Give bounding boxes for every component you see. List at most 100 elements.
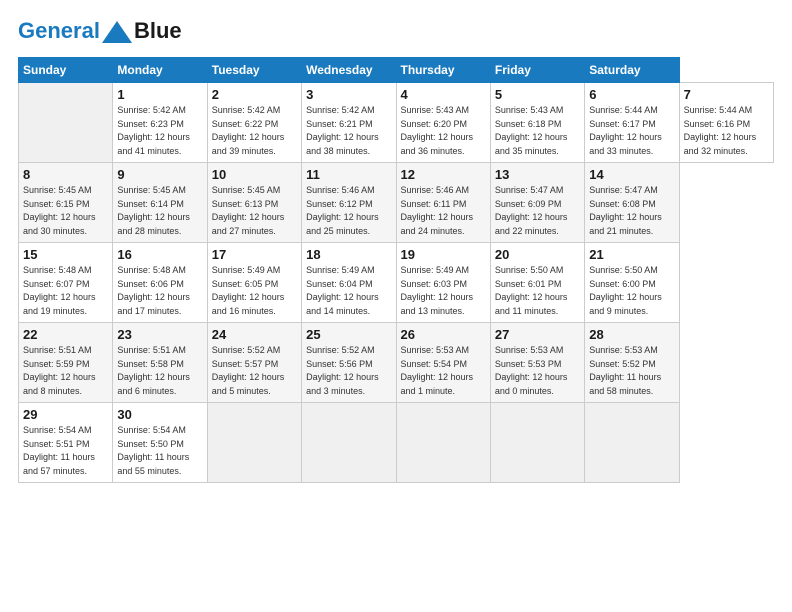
calendar-cell: 1 Sunrise: 5:42 AMSunset: 6:23 PMDayligh… [113,83,207,163]
header-wednesday: Wednesday [302,58,396,83]
calendar-week-5: 29 Sunrise: 5:54 AMSunset: 5:51 PMDaylig… [19,403,774,483]
day-info: Sunrise: 5:50 AMSunset: 6:00 PMDaylight:… [589,264,674,318]
day-number: 29 [23,407,108,422]
day-info: Sunrise: 5:45 AMSunset: 6:15 PMDaylight:… [23,184,108,238]
day-number: 12 [401,167,486,182]
day-number: 19 [401,247,486,262]
logo-blue: Blue [134,18,182,43]
calendar-cell: 21 Sunrise: 5:50 AMSunset: 6:00 PMDaylig… [585,243,679,323]
day-info: Sunrise: 5:44 AMSunset: 6:16 PMDaylight:… [684,104,769,158]
day-info: Sunrise: 5:54 AMSunset: 5:50 PMDaylight:… [117,424,202,478]
calendar-cell: 10 Sunrise: 5:45 AMSunset: 6:13 PMDaylig… [207,163,301,243]
day-number: 30 [117,407,202,422]
day-info: Sunrise: 5:46 AMSunset: 6:11 PMDaylight:… [401,184,486,238]
calendar-cell: 20 Sunrise: 5:50 AMSunset: 6:01 PMDaylig… [490,243,584,323]
day-number: 6 [589,87,674,102]
calendar-cell: 12 Sunrise: 5:46 AMSunset: 6:11 PMDaylig… [396,163,490,243]
header-sunday: Sunday [19,58,113,83]
calendar-cell: 14 Sunrise: 5:47 AMSunset: 6:08 PMDaylig… [585,163,679,243]
calendar-cell: 27 Sunrise: 5:53 AMSunset: 5:53 PMDaylig… [490,323,584,403]
page-header: General Blue [18,18,774,43]
day-info: Sunrise: 5:53 AMSunset: 5:52 PMDaylight:… [589,344,674,398]
day-number: 14 [589,167,674,182]
day-info: Sunrise: 5:45 AMSunset: 6:14 PMDaylight:… [117,184,202,238]
calendar-table: SundayMondayTuesdayWednesdayThursdayFrid… [18,57,774,483]
header-thursday: Thursday [396,58,490,83]
calendar-cell: 11 Sunrise: 5:46 AMSunset: 6:12 PMDaylig… [302,163,396,243]
day-info: Sunrise: 5:52 AMSunset: 5:56 PMDaylight:… [306,344,391,398]
calendar-cell: 29 Sunrise: 5:54 AMSunset: 5:51 PMDaylig… [19,403,113,483]
calendar-cell: 13 Sunrise: 5:47 AMSunset: 6:09 PMDaylig… [490,163,584,243]
calendar-cell: 3 Sunrise: 5:42 AMSunset: 6:21 PMDayligh… [302,83,396,163]
day-number: 24 [212,327,297,342]
day-info: Sunrise: 5:51 AMSunset: 5:59 PMDaylight:… [23,344,108,398]
day-info: Sunrise: 5:43 AMSunset: 6:18 PMDaylight:… [495,104,580,158]
calendar-cell [396,403,490,483]
day-number: 28 [589,327,674,342]
calendar-cell: 30 Sunrise: 5:54 AMSunset: 5:50 PMDaylig… [113,403,207,483]
calendar-cell [585,403,679,483]
day-info: Sunrise: 5:42 AMSunset: 6:22 PMDaylight:… [212,104,297,158]
calendar-cell: 19 Sunrise: 5:49 AMSunset: 6:03 PMDaylig… [396,243,490,323]
day-info: Sunrise: 5:49 AMSunset: 6:04 PMDaylight:… [306,264,391,318]
calendar-header-row: SundayMondayTuesdayWednesdayThursdayFrid… [19,58,774,83]
day-number: 21 [589,247,674,262]
day-number: 27 [495,327,580,342]
day-info: Sunrise: 5:48 AMSunset: 6:06 PMDaylight:… [117,264,202,318]
day-info: Sunrise: 5:45 AMSunset: 6:13 PMDaylight:… [212,184,297,238]
calendar-cell: 4 Sunrise: 5:43 AMSunset: 6:20 PMDayligh… [396,83,490,163]
day-info: Sunrise: 5:47 AMSunset: 6:08 PMDaylight:… [589,184,674,238]
calendar-cell [302,403,396,483]
calendar-cell: 16 Sunrise: 5:48 AMSunset: 6:06 PMDaylig… [113,243,207,323]
day-number: 25 [306,327,391,342]
header-saturday: Saturday [585,58,679,83]
calendar-week-4: 22 Sunrise: 5:51 AMSunset: 5:59 PMDaylig… [19,323,774,403]
day-number: 8 [23,167,108,182]
day-info: Sunrise: 5:42 AMSunset: 6:21 PMDaylight:… [306,104,391,158]
calendar-cell: 6 Sunrise: 5:44 AMSunset: 6:17 PMDayligh… [585,83,679,163]
calendar-cell: 28 Sunrise: 5:53 AMSunset: 5:52 PMDaylig… [585,323,679,403]
day-info: Sunrise: 5:49 AMSunset: 6:05 PMDaylight:… [212,264,297,318]
logo: General Blue [18,18,182,43]
day-number: 7 [684,87,769,102]
day-number: 23 [117,327,202,342]
day-info: Sunrise: 5:54 AMSunset: 5:51 PMDaylight:… [23,424,108,478]
day-info: Sunrise: 5:46 AMSunset: 6:12 PMDaylight:… [306,184,391,238]
day-number: 2 [212,87,297,102]
header-tuesday: Tuesday [207,58,301,83]
calendar-cell: 18 Sunrise: 5:49 AMSunset: 6:04 PMDaylig… [302,243,396,323]
day-info: Sunrise: 5:42 AMSunset: 6:23 PMDaylight:… [117,104,202,158]
day-number: 1 [117,87,202,102]
day-number: 20 [495,247,580,262]
day-info: Sunrise: 5:50 AMSunset: 6:01 PMDaylight:… [495,264,580,318]
calendar-cell: 15 Sunrise: 5:48 AMSunset: 6:07 PMDaylig… [19,243,113,323]
day-info: Sunrise: 5:53 AMSunset: 5:53 PMDaylight:… [495,344,580,398]
day-info: Sunrise: 5:48 AMSunset: 6:07 PMDaylight:… [23,264,108,318]
day-number: 13 [495,167,580,182]
day-number: 4 [401,87,486,102]
calendar-cell: 25 Sunrise: 5:52 AMSunset: 5:56 PMDaylig… [302,323,396,403]
day-number: 18 [306,247,391,262]
calendar-week-2: 8 Sunrise: 5:45 AMSunset: 6:15 PMDayligh… [19,163,774,243]
day-info: Sunrise: 5:49 AMSunset: 6:03 PMDaylight:… [401,264,486,318]
day-number: 10 [212,167,297,182]
day-number: 5 [495,87,580,102]
day-info: Sunrise: 5:51 AMSunset: 5:58 PMDaylight:… [117,344,202,398]
calendar-cell: 5 Sunrise: 5:43 AMSunset: 6:18 PMDayligh… [490,83,584,163]
day-info: Sunrise: 5:52 AMSunset: 5:57 PMDaylight:… [212,344,297,398]
calendar-cell [19,83,113,163]
calendar-cell: 8 Sunrise: 5:45 AMSunset: 6:15 PMDayligh… [19,163,113,243]
calendar-cell: 9 Sunrise: 5:45 AMSunset: 6:14 PMDayligh… [113,163,207,243]
calendar-cell: 23 Sunrise: 5:51 AMSunset: 5:58 PMDaylig… [113,323,207,403]
calendar-cell [490,403,584,483]
day-info: Sunrise: 5:53 AMSunset: 5:54 PMDaylight:… [401,344,486,398]
day-number: 15 [23,247,108,262]
day-number: 3 [306,87,391,102]
day-number: 9 [117,167,202,182]
day-number: 26 [401,327,486,342]
calendar-cell: 22 Sunrise: 5:51 AMSunset: 5:59 PMDaylig… [19,323,113,403]
header-friday: Friday [490,58,584,83]
calendar-cell: 2 Sunrise: 5:42 AMSunset: 6:22 PMDayligh… [207,83,301,163]
calendar-cell: 17 Sunrise: 5:49 AMSunset: 6:05 PMDaylig… [207,243,301,323]
day-number: 22 [23,327,108,342]
